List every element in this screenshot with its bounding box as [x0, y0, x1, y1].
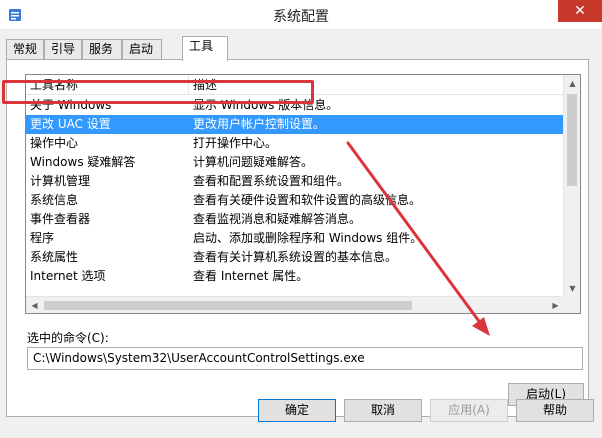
tool-description: 查看有关计算机系统设置的基本信息。	[193, 250, 398, 264]
tool-name: Windows 疑难解答	[30, 155, 136, 169]
apply-button[interactable]: 应用(A)	[430, 399, 508, 422]
vertical-scrollbar[interactable]: ▲ ▼	[563, 75, 580, 297]
scroll-right-icon[interactable]: ▶	[547, 297, 564, 313]
table-row[interactable]: 事件查看器 查看监视消息和疑难解答消息。	[26, 210, 564, 229]
tab-startup[interactable]: 启动	[122, 39, 162, 60]
scrollbar-corner	[563, 296, 580, 313]
annotation-highlight-box	[2, 80, 314, 104]
vertical-scroll-thumb[interactable]	[567, 94, 577, 186]
cancel-button[interactable]: 取消	[344, 399, 422, 422]
close-button[interactable]: ✕	[558, 0, 602, 22]
tab-tools[interactable]: 工具	[182, 36, 228, 61]
table-row[interactable]: 计算机管理 查看和配置系统设置和组件。	[26, 172, 564, 191]
ok-button[interactable]: 确定	[258, 399, 336, 422]
table-row-selected[interactable]: 更改 UAC 设置 更改用户帐户控制设置。	[26, 115, 564, 134]
horizontal-scrollbar[interactable]: ◀ ▶	[26, 296, 564, 313]
scroll-down-icon[interactable]: ▼	[564, 280, 580, 297]
tools-list[interactable]: 工具名称 描述 关于 Windows 显示 Windows 版本信息。 更改 U…	[25, 74, 581, 314]
tool-description: 计算机问题疑难解答。	[193, 155, 314, 169]
window-title: 系统配置	[273, 9, 329, 25]
tool-description: 更改用户帐户控制设置。	[193, 117, 326, 131]
tool-description: 启动、添加或删除程序和 Windows 组件。	[193, 231, 423, 245]
tab-general[interactable]: 常规	[6, 39, 44, 60]
tool-name: 更改 UAC 设置	[30, 117, 111, 131]
table-row[interactable]: 操作中心 打开操作中心。	[26, 134, 564, 153]
table-row[interactable]: 系统信息 查看有关硬件设置和软件设置的高级信息。	[26, 191, 564, 210]
help-button[interactable]: 帮助	[516, 399, 594, 422]
tool-name: 系统属性	[30, 250, 79, 264]
tab-boot[interactable]: 引导	[44, 39, 82, 60]
selected-command-field[interactable]: C:\Windows\System32\UserAccountControlSe…	[27, 347, 583, 370]
tools-panel: 工具名称 描述 关于 Windows 显示 Windows 版本信息。 更改 U…	[6, 59, 589, 417]
tool-name: 计算机管理	[30, 174, 91, 188]
selected-command-label: 选中的命令(C):	[27, 331, 109, 345]
table-row[interactable]: 程序 启动、添加或删除程序和 Windows 组件。	[26, 229, 564, 248]
tool-name: Internet 选项	[30, 269, 106, 283]
close-icon: ✕	[574, 3, 586, 19]
tool-description: 查看监视消息和疑难解答消息。	[193, 212, 362, 226]
tool-description: 查看 Internet 属性。	[193, 269, 309, 283]
scroll-up-icon[interactable]: ▲	[564, 75, 580, 92]
tool-name: 事件查看器	[30, 212, 91, 226]
tool-description: 查看和配置系统设置和组件。	[193, 174, 350, 188]
table-row[interactable]: Internet 选项 查看 Internet 属性。	[26, 267, 564, 286]
horizontal-scroll-thumb[interactable]	[44, 301, 412, 310]
tool-description: 打开操作中心。	[193, 136, 278, 150]
scroll-left-icon[interactable]: ◀	[26, 297, 43, 313]
table-row[interactable]: Windows 疑难解答 计算机问题疑难解答。	[26, 153, 564, 172]
table-row[interactable]: 系统属性 查看有关计算机系统设置的基本信息。	[26, 248, 564, 267]
title-bar: 系统配置 ✕	[0, 0, 602, 30]
tab-services[interactable]: 服务	[82, 39, 122, 60]
tool-name: 操作中心	[30, 136, 79, 150]
tool-name: 程序	[30, 231, 55, 245]
tool-name: 系统信息	[30, 193, 79, 207]
tool-description: 查看有关硬件设置和软件设置的高级信息。	[193, 193, 422, 207]
